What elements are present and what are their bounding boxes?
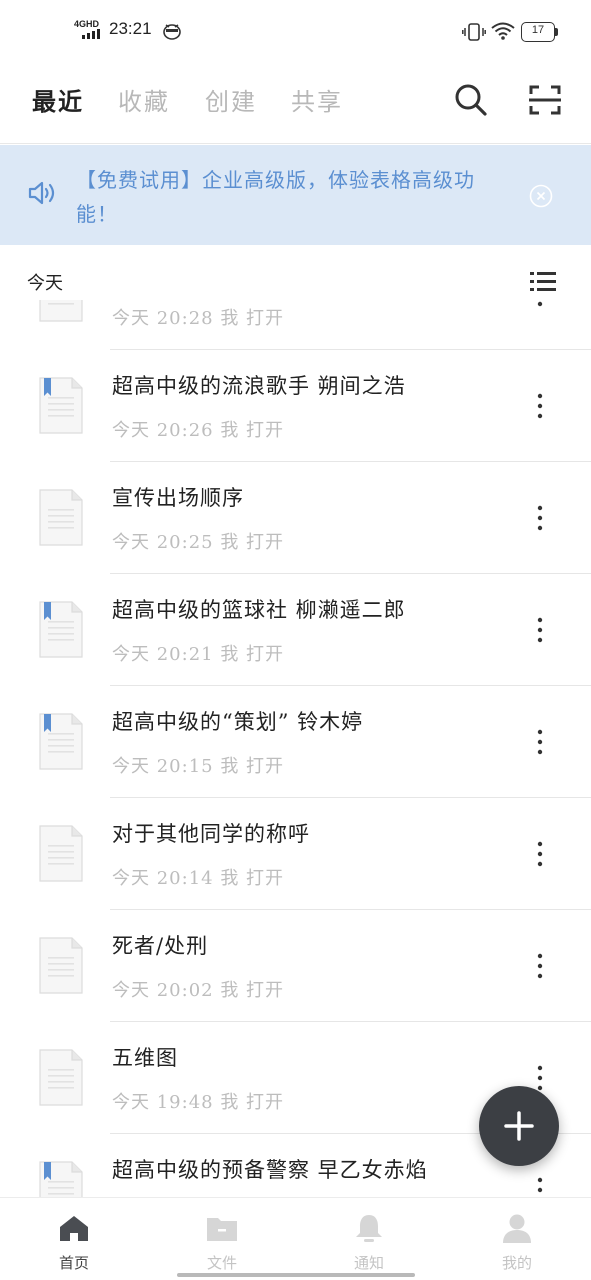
file-meta: 今天 20:14 我 打开: [112, 868, 285, 889]
file-name: 宣传出场顺序: [112, 486, 244, 510]
tab-favorites[interactable]: 收藏: [118, 82, 170, 117]
app-notification-icon: [163, 24, 181, 40]
more-options-icon[interactable]: [530, 1175, 550, 1197]
document-icon: [39, 377, 83, 434]
folder-icon: [207, 1218, 237, 1241]
more-options-icon[interactable]: [530, 727, 550, 757]
file-name: 超高中级的流浪歌手 朔间之浩: [112, 374, 406, 398]
person-icon: [503, 1214, 531, 1243]
bell-icon: [356, 1215, 382, 1242]
file-list-item[interactable]: 超高中级的流浪歌手 朔间之浩 今天 20:26 我 打开: [0, 350, 591, 462]
close-icon[interactable]: [529, 184, 553, 208]
list-view-icon[interactable]: [527, 269, 559, 295]
nav-home[interactable]: 首页: [0, 1198, 148, 1280]
promo-banner[interactable]: 【免费试用】企业高级版，体验表格高级功能！: [0, 145, 591, 245]
home-indicator: [177, 1273, 415, 1277]
file-meta: 今天 20:28 我 打开: [112, 308, 285, 329]
document-icon: [39, 825, 83, 882]
tab-created[interactable]: 创建: [205, 82, 257, 117]
file-name: 五维图: [112, 1046, 178, 1070]
file-name: 超高中级的预备警察 早乙女赤焰: [112, 1158, 428, 1182]
file-list-item[interactable]: 今天 20:28 我 打开: [0, 300, 591, 350]
document-icon: [39, 300, 83, 322]
file-name: 超高中级的“策划” 铃木婷: [112, 710, 364, 734]
nav-profile-label: 我的: [501, 1254, 532, 1272]
document-icon: [39, 1049, 83, 1106]
file-meta: 今天 19:48 我 打开: [112, 1092, 285, 1113]
file-name: 对于其他同学的称呼: [112, 822, 310, 846]
network-type: 4GHD: [74, 19, 100, 29]
more-options-icon[interactable]: [530, 503, 550, 533]
tab-recent[interactable]: 最近: [32, 82, 84, 117]
document-icon: [39, 1161, 83, 1197]
file-meta: 今天 20:26 我 打开: [112, 420, 285, 441]
more-options-icon[interactable]: [530, 951, 550, 981]
plus-icon: [504, 1111, 534, 1141]
document-icon: [39, 489, 83, 546]
more-options-icon[interactable]: [530, 300, 550, 309]
home-icon: [60, 1216, 88, 1241]
file-list: 今天 20:28 我 打开超高中级的流浪歌手 朔间之浩 今天 20:26 我 打开…: [0, 300, 591, 1197]
nav-profile[interactable]: 我的: [443, 1198, 591, 1280]
top-tab-bar: 最近 收藏 创建 共享: [0, 62, 591, 144]
section-title: 今天: [27, 273, 63, 294]
document-icon: [39, 713, 83, 770]
signal-icon: 4GHD: [74, 19, 106, 42]
nav-notifications-label: 通知: [353, 1254, 384, 1272]
file-list-item[interactable]: 超高中级的“策划” 铃木婷 今天 20:15 我 打开: [0, 686, 591, 798]
scan-icon[interactable]: [525, 82, 565, 118]
nav-notifications[interactable]: 通知: [295, 1198, 443, 1280]
document-icon: [39, 601, 83, 658]
file-list-item[interactable]: 对于其他同学的称呼 今天 20:14 我 打开: [0, 798, 591, 910]
battery-level: 17: [531, 24, 545, 36]
banner-text: 【免费试用】企业高级版，体验表格高级功能！: [76, 168, 475, 226]
speaker-icon: [28, 181, 55, 205]
file-name: 死者/处刑: [112, 934, 209, 958]
file-meta: 今天 20:15 我 打开: [112, 756, 285, 777]
clock: 23:21: [109, 19, 152, 38]
battery-icon: 17: [521, 22, 559, 42]
status-bar: 4GHD 23:21 17: [0, 0, 591, 62]
nav-home-label: 首页: [58, 1254, 89, 1272]
file-meta: 今天 20:25 我 打开: [112, 532, 285, 553]
bottom-nav: 首页 文件 通知 我的: [0, 1197, 591, 1280]
tab-shared[interactable]: 共享: [291, 82, 343, 117]
more-options-icon[interactable]: [530, 391, 550, 421]
nav-files-label: 文件: [206, 1254, 237, 1272]
file-meta: 今天 20:21 我 打开: [112, 644, 285, 665]
create-button[interactable]: [479, 1086, 559, 1166]
file-list-item[interactable]: 超高中级的篮球社 柳濑遥二郎 今天 20:21 我 打开: [0, 574, 591, 686]
more-options-icon[interactable]: [530, 615, 550, 645]
document-icon: [39, 937, 83, 994]
file-list-item[interactable]: 死者/处刑今天 20:02 我 打开: [0, 910, 591, 1022]
file-meta: 今天 20:02 我 打开: [112, 980, 285, 1001]
file-name: 超高中级的篮球社 柳濑遥二郎: [112, 598, 406, 622]
more-options-icon[interactable]: [530, 839, 550, 869]
wifi-icon: [491, 22, 515, 40]
search-icon[interactable]: [453, 82, 489, 118]
file-list-item[interactable]: 宣传出场顺序今天 20:25 我 打开: [0, 462, 591, 574]
vibrate-icon: [462, 23, 486, 41]
nav-files[interactable]: 文件: [148, 1198, 296, 1280]
